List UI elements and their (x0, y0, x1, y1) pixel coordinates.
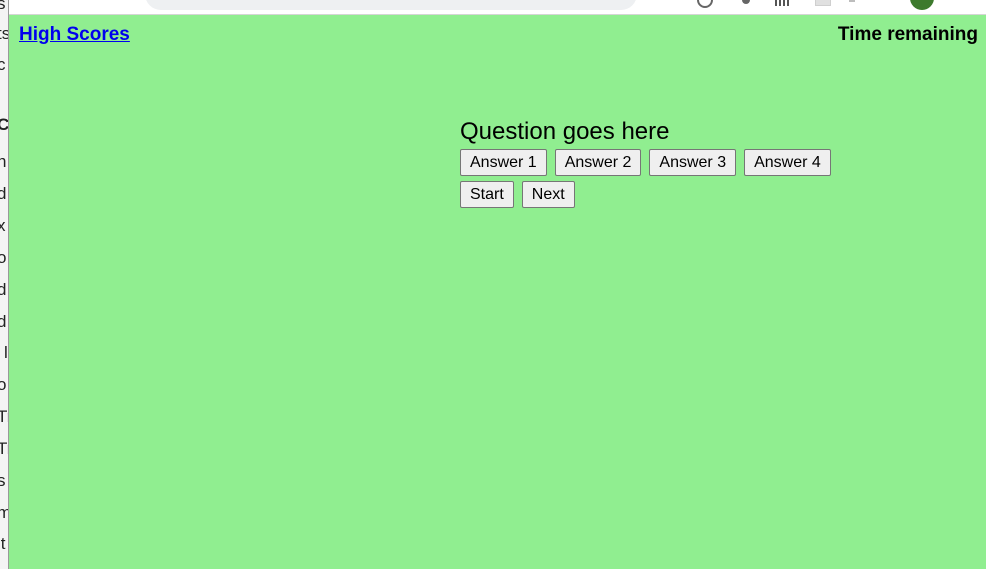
answer-2-button[interactable]: Answer 2 (554, 149, 642, 176)
question-text: Question goes here (460, 118, 670, 145)
background-text-fragment: m (0, 503, 8, 523)
background-text-fragment: Tr (0, 407, 8, 427)
time-remaining-label: Time remaining (837, 24, 978, 45)
background-text-fragment: d (0, 280, 6, 300)
background-text-fragment: Tr (0, 439, 8, 459)
background-text-fragment: c (0, 55, 6, 75)
background-text-fragment: C (0, 115, 8, 135)
background-text-fragment: o (0, 375, 6, 395)
key-icon[interactable] (742, 0, 750, 4)
background-text-fragment: l (4, 343, 8, 362)
background-text-fragment: n (0, 152, 6, 172)
quiz-page: High Scores Time remaining Question goes… (9, 15, 986, 569)
screen: s ts c C n d x o d d l o Tr Tr s m lt Hi… (0, 0, 986, 569)
reading-list-icon[interactable] (775, 0, 789, 6)
profile-avatar-icon[interactable] (910, 0, 934, 10)
background-text-fragment: s (0, 0, 6, 14)
high-scores-link[interactable]: High Scores (19, 24, 130, 46)
background-window-edge: s ts c C n d x o d d l o Tr Tr s m lt (0, 0, 9, 569)
background-text-fragment: ts (0, 24, 8, 44)
browser-toolbar (9, 0, 986, 15)
answer-3-button[interactable]: Answer 3 (649, 149, 737, 176)
start-button[interactable]: Start (460, 181, 514, 208)
control-buttons: Start Next (460, 181, 831, 208)
tab-icon[interactable] (815, 0, 831, 6)
quiz-panel: Question goes here Answer 1 Answer 2 Ans… (460, 117, 831, 213)
answer-1-button[interactable]: Answer 1 (460, 149, 547, 176)
next-button[interactable]: Next (521, 181, 575, 208)
background-text-fragment: o (0, 248, 6, 268)
history-icon[interactable] (697, 0, 713, 8)
background-text-fragment: d (0, 184, 6, 204)
background-text-fragment: s (0, 471, 6, 491)
background-text-fragment: lt (0, 534, 6, 553)
background-text-fragment: x (0, 216, 6, 236)
extension-icon[interactable] (849, 0, 855, 2)
address-bar[interactable] (145, 0, 637, 10)
answer-4-button[interactable]: Answer 4 (744, 149, 831, 176)
answer-buttons: Answer 1 Answer 2 Answer 3 Answer 4 (460, 149, 831, 176)
background-text-fragment: d (0, 312, 6, 332)
